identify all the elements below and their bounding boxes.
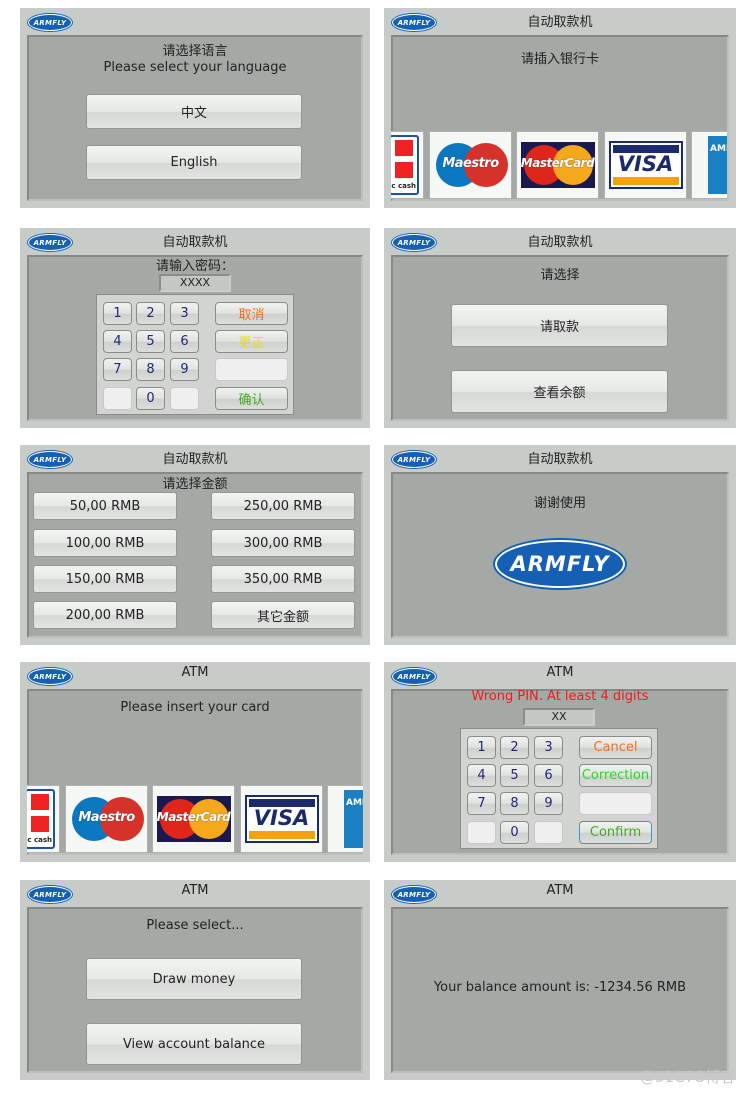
amount-button[interactable]: 150,00 RMB (33, 565, 177, 593)
key-4[interactable]: 4 (467, 764, 496, 787)
key-7[interactable]: 7 (103, 358, 132, 381)
amount-button[interactable]: 300,00 RMB (211, 529, 355, 557)
amount-button[interactable]: 350,00 RMB (211, 565, 355, 593)
view-balance-button[interactable]: 查看余额 (451, 370, 668, 413)
key-1[interactable]: 1 (103, 302, 132, 325)
confirm-button[interactable]: 确认 (215, 387, 288, 410)
mastercard-logo: MasterCard (152, 785, 235, 853)
language-select-screen: ARMFLY 请选择语言 Please select your language… (20, 8, 370, 208)
insert-card-screen-cn: ARMFLY 自动取款机 请插入银行卡 ec cash Maestro Mast… (384, 8, 736, 208)
header-title: 自动取款机 (527, 15, 593, 30)
key-9[interactable]: 9 (534, 792, 563, 815)
cancel-button[interactable]: Cancel (579, 736, 652, 759)
header-title: 自动取款机 (527, 452, 593, 467)
header-title: ATM (181, 883, 209, 898)
blank-key (467, 821, 496, 844)
blank-key (170, 387, 199, 410)
prompt-en: Please select your language (103, 60, 287, 75)
error-message: Wrong PIN. At least 4 digits (471, 689, 649, 704)
correction-button[interactable]: 更正 (215, 330, 288, 353)
view-balance-button[interactable]: View account balance (86, 1023, 302, 1065)
key-3[interactable]: 3 (170, 302, 199, 325)
menu-screen-en: ARMFLY ATM Please select... Draw money V… (20, 880, 370, 1080)
mastercard-logo: MasterCard (516, 131, 599, 199)
visa-card-logo: VISA (240, 785, 323, 853)
insert-card-message: Please insert your card (120, 700, 270, 715)
key-9[interactable]: 9 (170, 358, 199, 381)
correction-button[interactable]: Correction (579, 764, 652, 787)
card-strip: ec cash Maestro MasterCard VISA AMEX (391, 131, 727, 199)
header-title: 自动取款机 (527, 235, 593, 250)
select-prompt: 请选择 (540, 268, 580, 283)
chinese-button[interactable]: 中文 (86, 94, 302, 129)
balance-message: Your balance amount is: -1234.56 RMB (433, 980, 687, 995)
key-5[interactable]: 5 (500, 764, 529, 787)
other-amount-button[interactable]: 其它金额 (211, 601, 355, 629)
amex-card-logo: AMEX (327, 785, 363, 853)
visa-card-logo: VISA (604, 131, 687, 199)
key-2[interactable]: 2 (136, 302, 165, 325)
header-title: 自动取款机 (162, 235, 228, 250)
header-title: ATM (546, 883, 574, 898)
select-prompt: Please select... (146, 918, 244, 933)
armfly-logo: ARMFLY (28, 14, 72, 31)
key-2[interactable]: 2 (500, 736, 529, 759)
key-8[interactable]: 8 (136, 358, 165, 381)
watermark: @51CTO博客 (640, 1068, 736, 1086)
key-1[interactable]: 1 (467, 736, 496, 759)
amex-card-logo: AMEX (691, 131, 727, 199)
key-7[interactable]: 7 (467, 792, 496, 815)
header-title: 自动取款机 (162, 452, 228, 467)
amount-prompt: 请选择金额 (162, 477, 228, 492)
blank-key (534, 821, 563, 844)
insert-card-screen-en: ARMFLY ATM Please insert your card ec ca… (20, 662, 370, 862)
pin-prompt: 请输入密码： (155, 259, 234, 274)
pin-field[interactable]: XXXX (159, 274, 231, 292)
header-title: ATM (181, 665, 209, 680)
maestro-card-logo: Maestro (429, 131, 512, 199)
key-6[interactable]: 6 (170, 330, 199, 353)
pin-field[interactable]: XX (523, 708, 595, 726)
amount-button[interactable]: 100,00 RMB (33, 529, 177, 557)
amount-button[interactable]: 200,00 RMB (33, 601, 177, 629)
ec-cash-card-logo: ec cash (391, 131, 424, 199)
confirm-button[interactable]: Confirm (579, 821, 652, 844)
key-5[interactable]: 5 (136, 330, 165, 353)
header-title: ATM (546, 665, 574, 680)
pin-entry-screen-cn: ARMFLY 自动取款机 请输入密码： XXXX 1 2 3 4 5 6 7 8 9 0 取消 更正确… (20, 228, 370, 428)
menu-screen-cn: ARMFLY 自动取款机 请选择 请取款 查看余额 (384, 228, 736, 428)
key-6[interactable]: 6 (534, 764, 563, 787)
key-0[interactable]: 0 (500, 821, 529, 844)
armfly-large-logo: ARMFLY (495, 540, 625, 588)
balance-screen-en: ARMFLY ATM Your balance amount is: -1234… (384, 880, 736, 1080)
blank-key (103, 387, 132, 410)
key-3[interactable]: 3 (534, 736, 563, 759)
pin-entry-screen-en: ARMFLY ATM Wrong PIN. At least 4 digits … (384, 662, 736, 862)
card-strip: ec cash Maestro MasterCard VISA AMEX (27, 785, 363, 853)
amount-select-screen-cn: ARMFLY 自动取款机 请选择金额 50,00 RMB 250,00 RMB … (20, 445, 370, 645)
draw-money-button[interactable]: Draw money (86, 958, 302, 1000)
key-0[interactable]: 0 (136, 387, 165, 410)
prompt-cn: 请选择语言 (162, 44, 228, 59)
maestro-card-logo: Maestro (65, 785, 148, 853)
amount-button[interactable]: 50,00 RMB (33, 492, 177, 520)
insert-card-message: 请插入银行卡 (520, 52, 599, 67)
english-button[interactable]: English (86, 145, 302, 180)
ec-cash-card-logo: ec cash (27, 785, 60, 853)
blank-key (215, 358, 288, 381)
withdraw-button[interactable]: 请取款 (451, 304, 668, 347)
blank-key (579, 792, 652, 815)
thank-you-message: 谢谢使用 (533, 496, 586, 511)
amount-button[interactable]: 250,00 RMB (211, 492, 355, 520)
thank-you-screen-cn: ARMFLY 自动取款机 谢谢使用 ARMFLY (384, 445, 736, 645)
cancel-button[interactable]: 取消 (215, 302, 288, 325)
key-4[interactable]: 4 (103, 330, 132, 353)
key-8[interactable]: 8 (500, 792, 529, 815)
